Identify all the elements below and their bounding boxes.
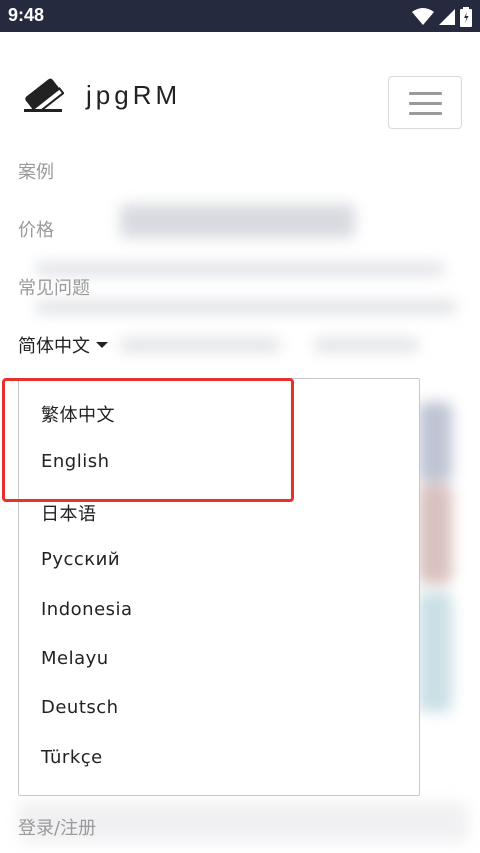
nav-item-pricing[interactable]: 价格 [18, 216, 54, 242]
language-option-turkish[interactable]: Türkçe [41, 747, 103, 768]
highlight-box [2, 378, 294, 502]
nav-item-cases[interactable]: 案例 [18, 158, 54, 184]
language-option-malay[interactable]: Melayu [41, 648, 109, 669]
hamburger-menu-button[interactable] [388, 76, 462, 129]
status-time: 9:48 [8, 5, 45, 25]
nav-item-faq[interactable]: 常见问题 [18, 274, 90, 300]
language-dropdown-toggle[interactable]: 简体中文 [18, 332, 108, 358]
signal-icon [439, 9, 455, 25]
language-option-russian[interactable]: Русский [41, 549, 120, 570]
status-bar: 9:48 [0, 0, 480, 32]
login-register-link[interactable]: 登录/注册 [18, 814, 96, 840]
language-option-german[interactable]: Deutsch [41, 697, 119, 718]
status-icons [412, 7, 472, 27]
brand-logo[interactable]: jpgRM [22, 78, 181, 112]
eraser-icon [24, 78, 64, 112]
battery-icon [460, 7, 472, 27]
wifi-icon [412, 8, 434, 25]
language-option-japanese[interactable]: 日本语 [41, 500, 97, 526]
page: jpgRM 案例 价格 常见问题 简体中文 繁体中文 English 日本语 Р… [0, 32, 480, 853]
caret-down-icon [96, 342, 108, 348]
hamburger-menu-icon [409, 92, 442, 95]
language-toggle-label: 简体中文 [18, 336, 90, 357]
language-option-indonesian[interactable]: Indonesia [41, 599, 133, 620]
brand-name: jpgRM [86, 79, 182, 110]
